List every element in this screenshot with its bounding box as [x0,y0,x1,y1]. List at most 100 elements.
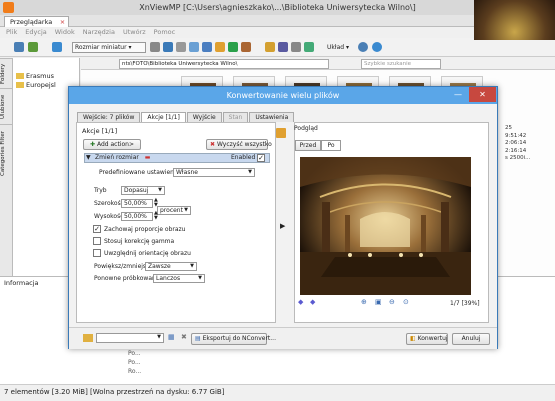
clear-icon: ✖ [210,141,216,148]
refresh-icon[interactable] [28,42,38,52]
enlarge-label: Powiększ/zmniejsz [94,263,150,270]
menu-create[interactable]: Utwórz [123,27,146,38]
selected-thumbnail[interactable] [474,0,555,40]
width-input[interactable]: 50,00% [121,199,153,208]
folder-icon [16,73,24,79]
info-list: Po... Po... Ro... [128,349,141,376]
action-name: Zmień rozmiar [95,154,139,161]
tab-input[interactable]: Wejście: 7 plików [77,112,141,122]
mode-select[interactable]: Dopasuj ▼ [121,186,165,195]
clear-all-label: Wyczyść wszystko [216,141,272,148]
orientation-checkbox[interactable] [93,249,101,257]
info-line: s 2500i... [505,155,531,161]
clear-all-button[interactable]: ✖ Wyczyść wszystko [206,139,272,150]
sort-icon[interactable] [304,42,314,52]
share-icon[interactable] [189,42,199,52]
compare-icon[interactable] [278,42,288,52]
dialog-tabs: Wejście: 7 plików Akcje [1/1] Wyjście St… [77,112,295,123]
status-text: 7 elementów [3.20 MiB] [Wolna przestrzeń… [4,388,225,396]
preset-combo[interactable]: ▼ [96,333,164,343]
tab-after[interactable]: Po [321,140,341,151]
previous-icon[interactable]: ◆ [298,298,303,306]
save-icon[interactable]: ▦ [168,333,175,341]
folder-icon[interactable] [163,42,173,52]
close-icon[interactable]: ✕ [469,87,496,102]
tab-categories-filter[interactable]: Categories Filter [0,124,13,182]
cancel-button[interactable]: Anuluj [452,333,490,345]
fit-icon[interactable]: ▣ [375,298,382,306]
collapse-arrow-icon[interactable]: ▼ [86,154,91,161]
view-mode-icon[interactable] [52,42,62,52]
rotate-icon[interactable] [228,42,238,52]
dialog-bottom-bar: ▼ ▦ ✖ ▤ Eksportuj do NConvert... ◧ Konwe… [69,327,497,349]
unit-value: procent [160,207,183,214]
chevron-down-icon: ▼ [198,275,202,281]
menu-help[interactable]: Pomoc [154,27,176,38]
slideshow-icon[interactable] [241,42,251,52]
mode-value: Dopasuj [124,187,149,194]
enlarge-select[interactable]: Zawsze ▼ [145,262,197,271]
height-stepper[interactable]: ▲ ▼ [154,211,158,221]
layout-dropdown[interactable]: Układ ▾ [327,42,349,53]
expand-arrow-icon[interactable]: ▶ [280,222,285,230]
export-icon: ▤ [195,335,201,342]
resample-select[interactable]: Lanczos ▼ [153,274,205,283]
keep-ratio-checkbox[interactable]: ✓ [93,225,101,233]
tab-output[interactable]: Wyjście [186,112,222,122]
tab-folders[interactable]: Foldery [0,58,13,88]
open-icon[interactable] [150,42,160,52]
preset-value: Własne [176,169,198,176]
chevron-down-icon: ▼ [248,169,252,175]
thumbnail-size-dropdown[interactable]: Rozmiar miniatur ▾ [72,42,147,53]
batch-icon[interactable] [202,42,212,52]
help-icon[interactable] [372,42,382,52]
close-tab-icon[interactable]: × [60,17,65,27]
rename-icon[interactable] [215,42,225,52]
print-icon[interactable] [176,42,186,52]
zoom-in-icon[interactable]: ⊕ [361,298,367,306]
menu-file[interactable]: Plik [6,27,17,38]
chevron-down-icon: ▼ [158,187,162,193]
folder-icon [16,82,24,88]
enabled-checkbox[interactable]: ✓ [257,154,265,162]
tab-settings[interactable]: Ustawienia [249,112,295,122]
page-info: 1/7 [39%] [450,300,480,307]
tab-browser[interactable]: Przeglądarka × [4,16,70,27]
tree-item[interactable]: Europejsl [16,80,56,90]
preset-select[interactable]: Własne ▼ [173,168,255,177]
tab-before[interactable]: Przed [295,140,321,151]
folder-icon[interactable] [83,334,93,342]
remove-action-icon[interactable]: ▬ [145,154,151,161]
menu-tools[interactable]: Narzędzia [83,27,115,38]
tag-icon[interactable] [265,42,275,52]
menu-view[interactable]: Widok [55,27,75,38]
quick-search-input[interactable]: Szybkie szukanie [361,59,441,69]
zoom-100-icon[interactable]: ⊙ [403,298,409,306]
tab-status[interactable]: Stan [222,112,249,122]
export-nconvert-button[interactable]: ▤ Eksportuj do NConvert... [191,333,276,345]
address-input[interactable]: nts\FOTO\Biblioteka Uniwersytecka Wilno\ [119,59,329,69]
gamma-checkbox[interactable] [93,237,101,245]
preview-caption: Podgląd [294,125,318,132]
height-input[interactable]: 50,00% [121,212,153,221]
minimize-icon[interactable]: — [454,91,462,99]
next-icon[interactable]: ◆ [310,298,315,306]
status-bar: 7 elementów [3.20 MiB] [Wolna przestrzeń… [0,384,555,401]
fullscreen-icon[interactable] [14,42,24,52]
delete-icon[interactable]: ✖ [181,333,187,341]
preset-label: Predefiniowane ustawienia [99,169,180,176]
preview-image [300,157,471,295]
zoom-out-icon[interactable]: ⊖ [389,298,395,306]
gamma-label: Stosuj korekcję gamma [104,238,175,245]
convert-button[interactable]: ◧ Konwertuj [406,333,448,345]
menu-edit[interactable]: Edycja [25,27,46,38]
tab-favorites[interactable]: Ulubione [0,88,13,124]
add-action-button[interactable]: ✚ Add action> [83,139,141,150]
filter-icon[interactable] [291,42,301,52]
settings-icon[interactable] [358,42,368,52]
unit-select[interactable]: procent ▼ [157,206,191,215]
tree-item-label: Erasmus [26,72,54,80]
actions-caption: Akcje [1/1] [82,127,118,135]
resample-label: Ponowne próbkowanie [94,275,162,282]
preview-toggle-icon[interactable] [276,128,286,138]
